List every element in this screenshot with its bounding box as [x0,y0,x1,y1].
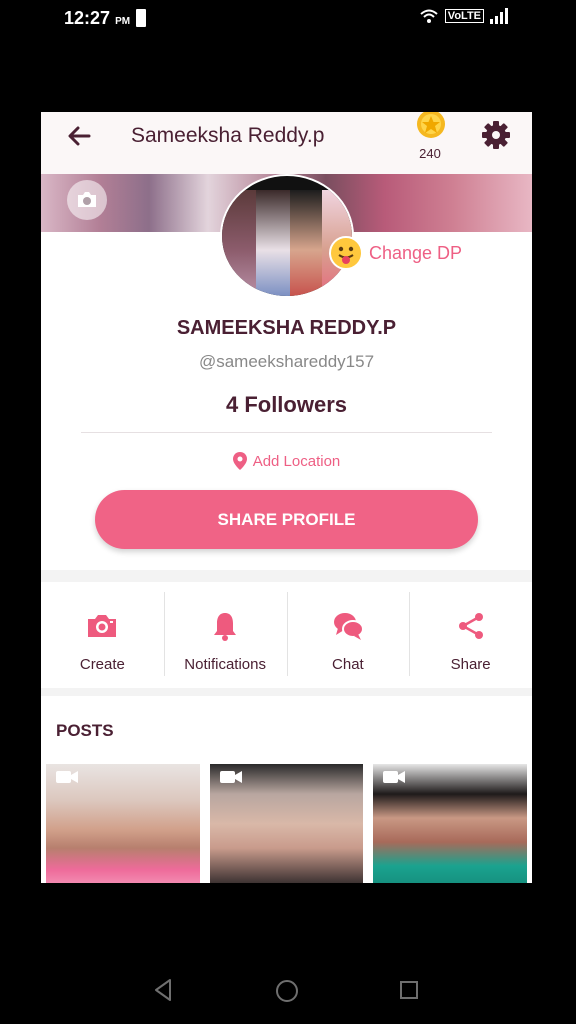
post-thumbnail[interactable] [46,764,200,883]
status-icons: VoLTE [419,8,512,24]
change-dp-label: Change DP [369,242,463,263]
change-dp-button[interactable]: Change DP [329,236,462,270]
avatar-photo-3 [290,190,322,296]
tongue-emoji-icon [329,236,363,270]
status-bar: 12:27 PM VoLTE [0,0,576,36]
create-label: Create [79,656,125,673]
video-icon [219,771,242,783]
notifications-button[interactable]: Notifications [163,582,287,688]
posts-heading: POSTS [56,721,114,740]
star-coin-icon[interactable] [415,112,447,140]
share-label: Share [450,656,491,673]
post-thumbnail[interactable] [209,764,364,883]
avatar-photo-2 [256,190,290,296]
followers-count[interactable]: 4 Followers [41,392,532,418]
chat-icon [333,613,364,640]
share-button[interactable]: Share [409,582,532,688]
coin-count: 240 [419,146,441,161]
share-icon [458,613,483,639]
create-button[interactable]: Create [41,582,164,688]
status-time: 12:27 PM [64,8,131,28]
post-thumbnail[interactable] [373,764,528,883]
location-pin-icon [232,452,247,470]
back-arrow-icon[interactable] [65,122,93,150]
posts-grid [46,764,528,883]
chat-label: Chat [332,656,364,673]
camera-icon [88,615,117,637]
avatar-photo-1 [222,190,256,296]
nav-recents-icon[interactable] [400,981,418,999]
app-header: Sameeksha Reddy.p 240 [41,112,532,174]
signal-icon [490,8,508,24]
gear-icon[interactable] [481,120,511,150]
add-location-link[interactable]: Add Location [41,452,532,470]
cover-camera-button[interactable] [67,180,107,220]
action-bar: Create Notifications Chat Share [41,582,532,688]
profile-screen: Sameeksha Reddy.p 240 Change DP SAMEEKSH… [41,112,532,883]
camera-icon [78,192,96,207]
section-separator [41,570,532,582]
section-separator [41,688,532,696]
add-location-label: Add Location [252,452,341,470]
volte-badge: VoLTE [444,9,484,23]
chat-button[interactable]: Chat [286,582,410,688]
profile-handle: @sameekshareddy157 [198,352,375,371]
share-profile-button[interactable]: SHARE PROFILE [95,490,478,549]
bell-icon [214,613,237,641]
video-icon [56,771,78,783]
page-title: Sameeksha Reddy.p [131,124,325,147]
profile-name: SAMEEKSHA REDDY.P [176,317,397,339]
video-icon [383,771,406,783]
nav-home-icon[interactable] [276,980,298,1002]
divider [81,432,492,433]
wifi-icon [420,9,438,23]
notifications-label: Notifications [184,656,266,673]
nav-back-icon[interactable] [153,978,173,1002]
battery-icon [136,9,146,27]
